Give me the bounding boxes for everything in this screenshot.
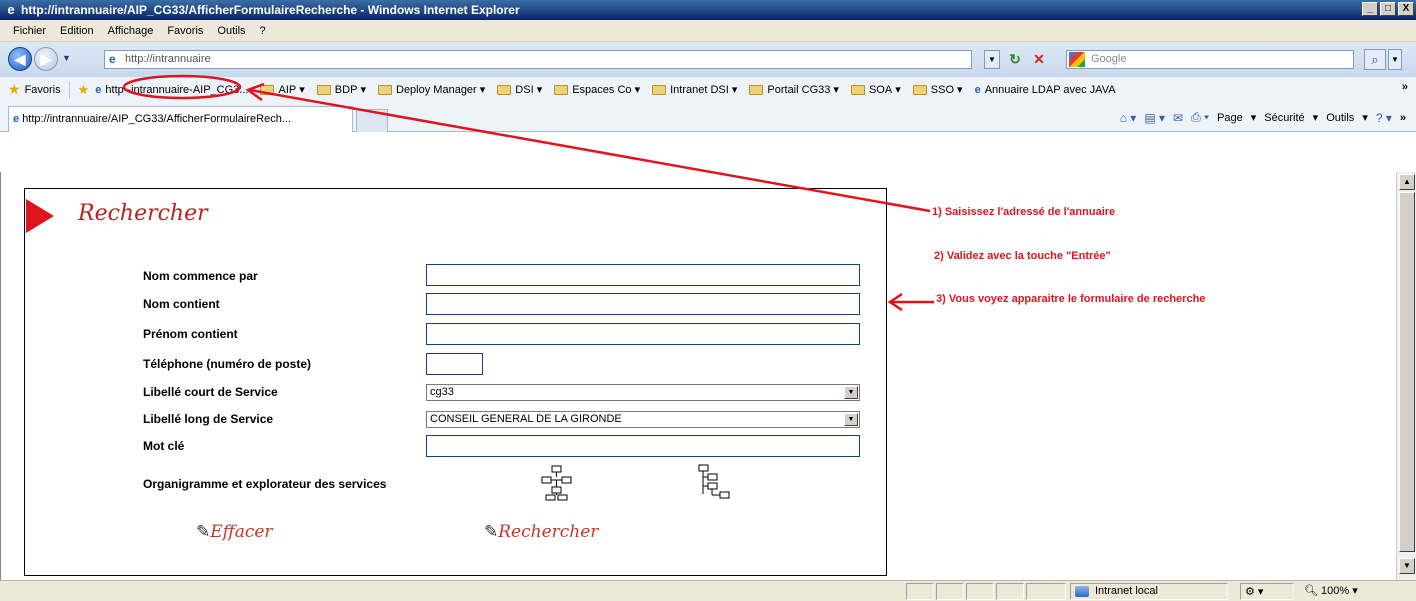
zone-label: Intranet local	[1095, 585, 1158, 597]
status-cell	[966, 583, 994, 600]
annotation-step-3: 3) Vous voyez apparaitre le formulaire d…	[936, 293, 1206, 305]
zoom-button[interactable]: 🔍︎ 100% ▾	[1300, 583, 1362, 597]
status-cell	[996, 583, 1024, 600]
zoom-icon: 🔍︎	[1304, 585, 1318, 597]
annotation-step-1: 1) Saisissez l'adressé de l'annuaire	[932, 206, 1116, 218]
status-cell	[906, 583, 934, 600]
intranet-zone-icon	[1075, 586, 1089, 597]
status-cell	[1026, 583, 1066, 600]
protected-mode-button[interactable]: ⚙ ▾	[1240, 583, 1294, 600]
zoom-level: 100%	[1321, 585, 1350, 597]
annotation-arrow-1	[249, 88, 931, 213]
annotation-step-2: 2) Validez avec la touche "Entrée"	[934, 250, 1111, 262]
status-bar: Intranet local ⚙ ▾ 🔍︎ 100% ▾	[0, 580, 1416, 601]
security-zone[interactable]: Intranet local	[1070, 583, 1228, 600]
status-cell	[936, 583, 964, 600]
url-highlight-ellipse	[122, 74, 242, 100]
